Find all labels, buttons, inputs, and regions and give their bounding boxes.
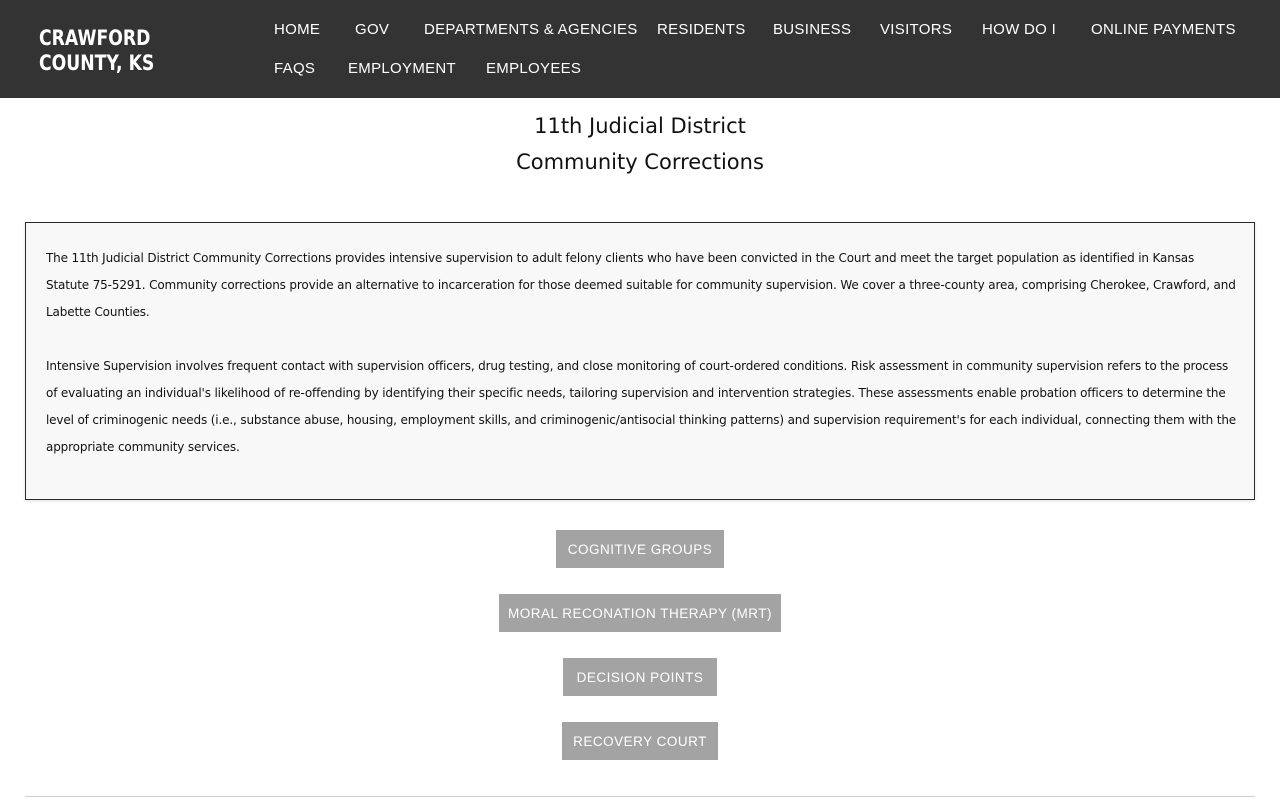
recovery-court-button[interactable]: RECOVERY COURT [562, 722, 718, 760]
nav-home[interactable]: HOME [274, 21, 320, 38]
nav-residents[interactable]: RESIDENTS [657, 21, 746, 38]
intro-paragraph: The 11th Judicial District Community Cor… [46, 251, 1236, 319]
page-title-line2: Community Corrections [516, 150, 764, 174]
nav-faqs[interactable]: FAQS [274, 60, 315, 77]
mrt-button[interactable]: MORAL RECONATION THERAPY (MRT) [499, 594, 781, 632]
content-box: The 11th Judicial District Community Cor… [25, 222, 1255, 500]
nav-business[interactable]: BUSINESS [773, 21, 851, 38]
page-title-line1: 11th Judicial District [534, 114, 746, 138]
nav-how-do-i[interactable]: HOW DO I [982, 21, 1056, 38]
site-logo[interactable]: CRAWFORD COUNTY, KS [39, 26, 203, 76]
nav-online-payments[interactable]: ONLINE PAYMENTS [1091, 21, 1236, 38]
footer-divider [25, 796, 1255, 797]
supervision-paragraph: Intensive Supervision involves frequent … [46, 359, 1237, 454]
decision-points-button[interactable]: DECISION POINTS [563, 658, 717, 696]
cognitive-groups-button[interactable]: COGNITIVE GROUPS [556, 530, 724, 568]
nav-departments-agencies[interactable]: DEPARTMENTS & AGENCIES [424, 21, 638, 38]
nav-employees[interactable]: EMPLOYEES [486, 60, 581, 77]
nav-visitors[interactable]: VISITORS [880, 21, 952, 38]
nav-employment[interactable]: EMPLOYMENT [348, 60, 456, 77]
site-header: CRAWFORD COUNTY, KS HOME GOV DEPARTMENTS… [0, 0, 1280, 98]
nav-gov[interactable]: GOV [355, 21, 389, 38]
